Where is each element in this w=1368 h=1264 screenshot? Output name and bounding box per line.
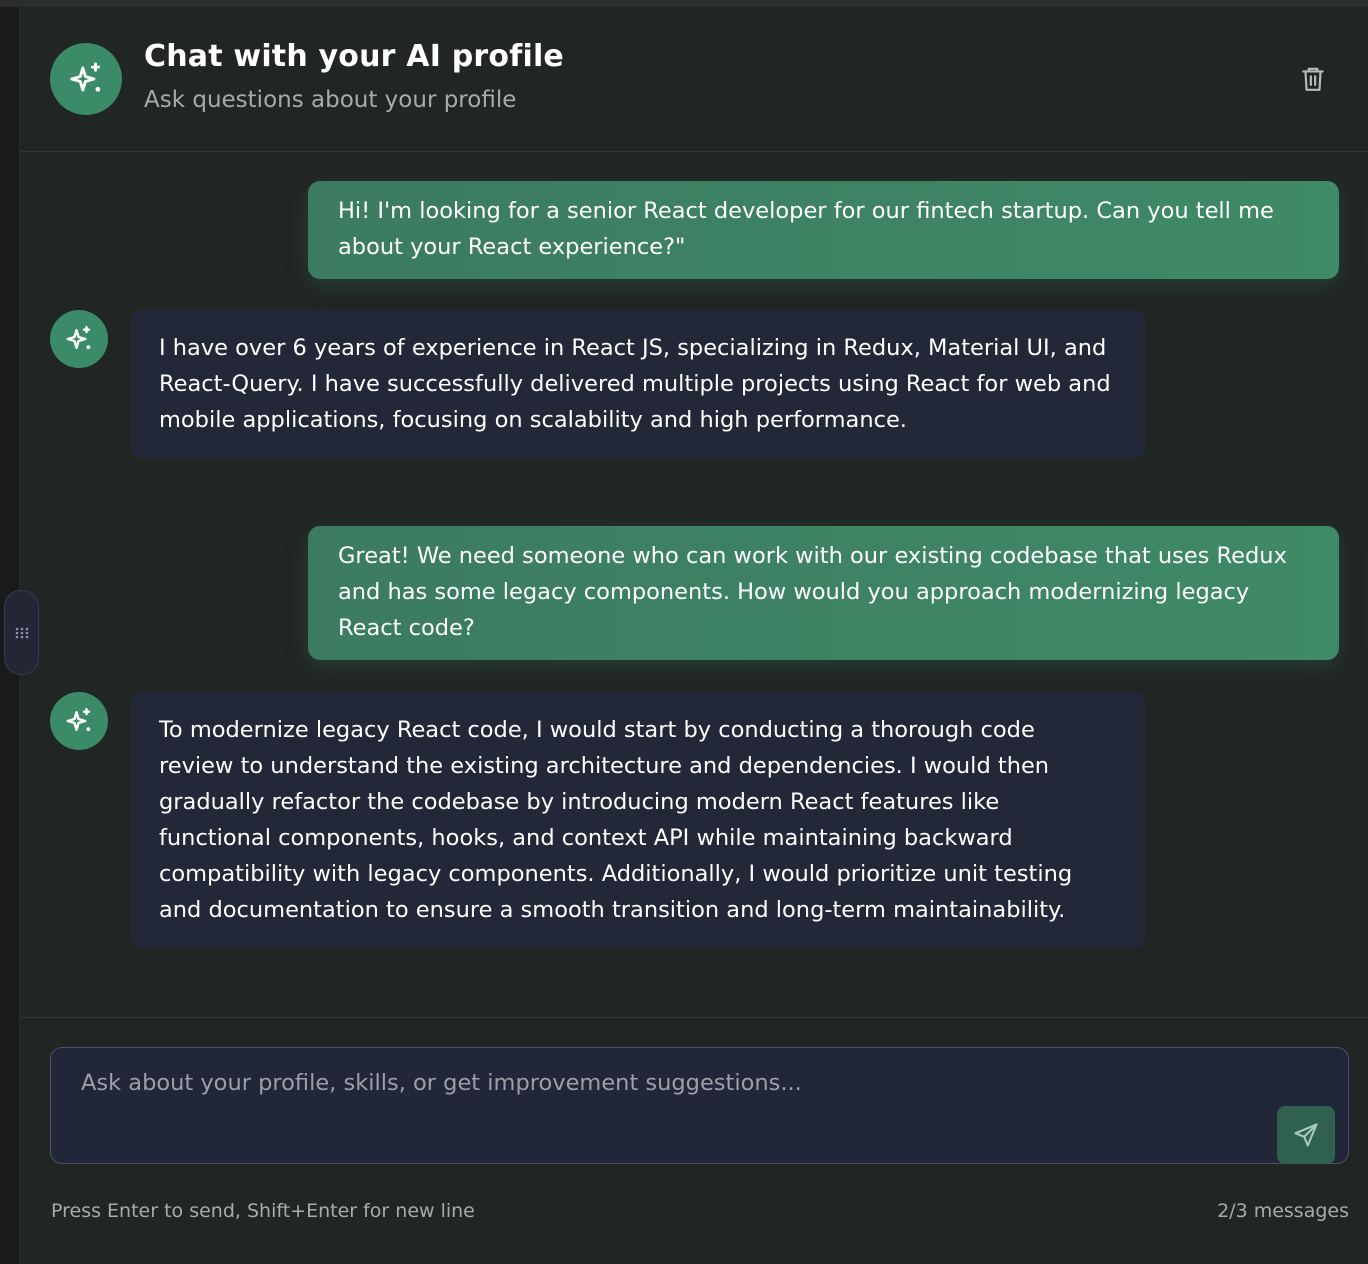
send-button[interactable] bbox=[1277, 1106, 1335, 1164]
chat-panel: Chat with your AI profile Ask questions … bbox=[21, 7, 1368, 1264]
send-icon bbox=[1294, 1123, 1318, 1147]
assistant-message: I have over 6 years of experience in Rea… bbox=[130, 310, 1146, 458]
assistant-message: To modernize legacy React code, I would … bbox=[130, 692, 1146, 948]
message-input[interactable] bbox=[51, 1048, 1281, 1163]
message-composer bbox=[50, 1047, 1349, 1164]
window-top-bar bbox=[0, 0, 1368, 7]
message-count: 2/3 messages bbox=[1217, 1200, 1349, 1222]
chat-header: Chat with your AI profile Ask questions … bbox=[21, 7, 1368, 152]
composer-divider bbox=[21, 1017, 1368, 1018]
keyboard-hint: Press Enter to send, Shift+Enter for new… bbox=[51, 1200, 475, 1222]
sparkles-icon bbox=[66, 707, 91, 732]
assistant-avatar bbox=[50, 692, 108, 750]
grip-dots-icon bbox=[15, 627, 28, 638]
sparkles-icon bbox=[66, 325, 91, 350]
sparkles-icon bbox=[70, 62, 101, 92]
assistant-avatar bbox=[50, 310, 108, 368]
page-title: Chat with your AI profile bbox=[144, 39, 564, 74]
user-message: Hi! I'm looking for a senior React devel… bbox=[308, 181, 1339, 279]
resize-drag-handle[interactable] bbox=[4, 590, 39, 675]
ai-profile-avatar bbox=[50, 43, 122, 115]
clear-chat-button[interactable] bbox=[1297, 63, 1329, 95]
user-message: Great! We need someone who can work with… bbox=[308, 526, 1339, 660]
page-subtitle: Ask questions about your profile bbox=[144, 87, 517, 113]
trash-icon bbox=[1302, 67, 1324, 91]
